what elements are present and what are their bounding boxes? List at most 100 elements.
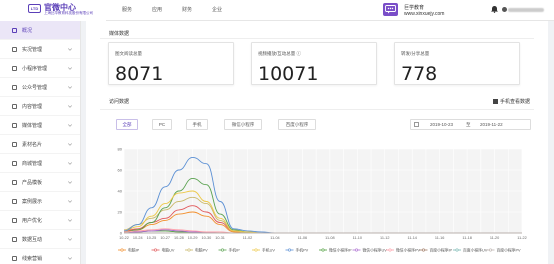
x-tick-label: 11-04: [270, 236, 279, 240]
y-tick-label: 80: [118, 147, 123, 152]
sidebar-item[interactable]: 用户优化: [0, 211, 80, 230]
x-tick-label: 11-08: [325, 236, 334, 240]
stat-label: 转发/分享总量: [401, 51, 430, 56]
sidebar-item[interactable]: 案例展示: [0, 192, 80, 211]
chevron-down-icon: [68, 85, 72, 89]
chevron-down-icon: [68, 142, 72, 146]
sidebar-item-label: 媒体管理: [22, 122, 43, 129]
avatar[interactable]: [502, 7, 507, 12]
chevron-down-icon: [68, 256, 72, 260]
x-tick-label: 10-24: [133, 236, 143, 240]
sidebar-item-label: 公众号管理: [22, 84, 48, 91]
dashboard-panel: 媒体数据 图文阅读总量 8071 视频播放/互动总量 ⓘ 10071 转发/分享…: [86, 21, 548, 264]
account-site[interactable]: www.xinxuejy.com: [404, 11, 444, 17]
menu-icon: [12, 27, 17, 33]
nav-item-company[interactable]: 企业: [202, 0, 232, 21]
sidebar-item-label: 案例展示: [22, 198, 43, 205]
sidebar-item[interactable]: 概况: [0, 21, 80, 40]
y-tick-label: 20: [118, 210, 123, 215]
menu-icon: [12, 141, 17, 147]
menu-icon: [12, 255, 17, 261]
sidebar-item-label: 商城管理: [22, 160, 43, 167]
x-tick-label: 10-28: [174, 236, 184, 240]
y-tick-label: 0: [120, 231, 123, 236]
sidebar-item[interactable]: 实况管理: [0, 40, 80, 59]
sidebar-item[interactable]: 公众号管理: [0, 78, 80, 97]
legend-label: 手机PV: [296, 247, 309, 252]
divider: [100, 38, 534, 39]
logo-subtitle: 上海比华教育科技股份有限公司: [44, 11, 93, 15]
sidebar-item-label: 数据互动: [22, 236, 43, 243]
sidebar-item[interactable]: 商城管理: [0, 154, 80, 173]
menu-icon: [12, 160, 17, 166]
chevron-down-icon: [68, 199, 72, 203]
x-tick-label: 11-22: [517, 236, 526, 240]
legend-marker: [455, 248, 459, 252]
legend-label: 电脑PV: [195, 247, 208, 252]
bell-icon[interactable]: [491, 5, 498, 13]
export-button[interactable]: 手机查看数据: [493, 98, 530, 105]
legend-marker: [221, 248, 225, 252]
stat-label: 图文阅读总量: [115, 51, 142, 56]
chevron-down-icon: [68, 161, 72, 165]
menu-icon: [12, 103, 17, 109]
legend-marker: [288, 248, 292, 252]
sidebar-item[interactable]: 数据互动: [0, 230, 80, 249]
sidebar-item[interactable]: 媒体管理: [0, 116, 80, 135]
visits-chart: 0 20 40 60 80 10-22 10-24 10-25 10-27 10-28 10-29 1…: [112, 143, 530, 259]
logo[interactable]: LTD 官微中心 上海比华教育科技股份有限公司: [0, 0, 106, 21]
chevron-down-icon: [68, 180, 72, 184]
nav-item-service[interactable]: 服务: [112, 0, 142, 21]
legend-marker: [120, 248, 124, 252]
chevron-down-icon: [68, 218, 72, 222]
legend-label: 手机UV: [262, 247, 275, 252]
filter-baidu-mini[interactable]: 百度小程序: [278, 119, 316, 130]
sidebar-item[interactable]: 产品模板: [0, 173, 80, 192]
x-tick-label: 10-27: [160, 236, 170, 240]
date-start[interactable]: 2019-10-23: [430, 122, 453, 127]
menu-icon: [12, 236, 17, 242]
legend-marker: [488, 248, 492, 252]
legend-label: 微信小程序IP: [329, 247, 352, 252]
menu-icon: [12, 217, 17, 223]
filter-all[interactable]: 全部: [116, 119, 138, 130]
x-tick-label: 10-29: [188, 236, 198, 240]
sidebar: 概况 实况管理小程序管理公众号管理内容管理媒体管理素材名片商城管理产品模板案例展示…: [0, 21, 81, 264]
export-label: 手机查看数据: [500, 99, 531, 105]
sidebar-item-label: 产品模板: [22, 179, 43, 186]
filter-mobile[interactable]: 手机: [186, 119, 208, 130]
date-range-picker[interactable]: 2019-10-23 至 2019-11-22: [410, 119, 531, 130]
menu-icon: [12, 84, 17, 90]
x-tick-label: 11-02: [243, 236, 252, 240]
x-tick-label: 10-22: [119, 236, 129, 240]
chevron-down-icon: [68, 104, 72, 108]
x-tick-label: 11-10: [353, 236, 362, 240]
chevron-down-icon: [68, 66, 72, 70]
x-tick-label: 10-25: [147, 236, 157, 240]
date-end[interactable]: 2019-11-22: [480, 122, 503, 127]
sidebar-item[interactable]: 小程序管理: [0, 59, 80, 78]
sidebar-item[interactable]: 内容管理: [0, 97, 80, 116]
sidebar-item-label: 小程序管理: [22, 65, 48, 72]
y-tick-label: 60: [118, 168, 123, 173]
account-logo[interactable]: [383, 3, 398, 16]
nav-item-finance[interactable]: 财务: [172, 0, 202, 21]
nav-item-apps[interactable]: 应用: [142, 0, 172, 21]
filter-pc[interactable]: PC: [152, 119, 172, 130]
sidebar-item[interactable]: 素材名片: [0, 135, 80, 154]
y-tick-label: 40: [118, 189, 123, 194]
chevron-down-icon: [68, 123, 72, 127]
sidebar-item[interactable]: 线索营销: [0, 249, 80, 264]
date-separator: 至: [466, 122, 471, 127]
legend-marker: [355, 248, 359, 252]
media-section-title: 媒体数据: [109, 31, 130, 37]
legend-marker: [321, 248, 325, 252]
legend-marker: [388, 248, 392, 252]
divider: [100, 109, 534, 110]
user-info-blurred[interactable]: [508, 8, 544, 12]
x-tick-label: 11-16: [435, 236, 444, 240]
filter-wechat-mini[interactable]: 微信小程序: [224, 119, 262, 130]
legend-marker: [421, 248, 425, 252]
legend-label: 百度小程序UV: [463, 247, 488, 252]
logo-badge: LTD: [28, 4, 41, 13]
